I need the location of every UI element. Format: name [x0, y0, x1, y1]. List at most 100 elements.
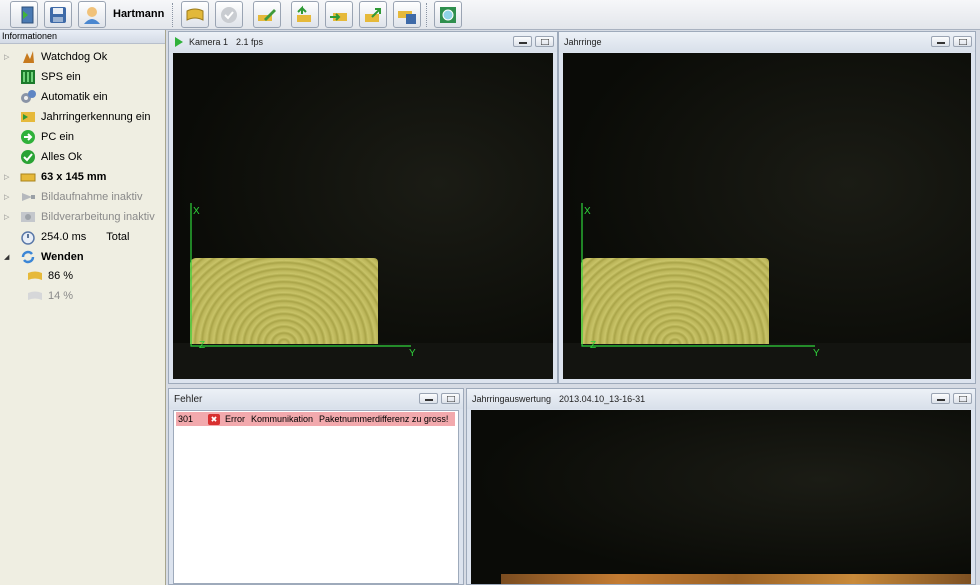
error-list[interactable]: 301 ✖ Error Kommunikation Paketnummerdif…	[173, 410, 459, 584]
refresh-icon	[18, 248, 38, 266]
toolbar: Hartmann	[0, 0, 980, 30]
checkmark-icon	[18, 148, 38, 166]
fps-readout: 2.1 fps	[236, 37, 264, 47]
plc-icon	[18, 68, 38, 86]
arrow-right-icon	[18, 128, 38, 146]
info-item-label: 254.0 ms	[41, 231, 87, 243]
rings-window: Jahrringe X Y Z	[558, 31, 976, 384]
info-item-bildverarbeitung[interactable]: ▷ Bildverarbeitung inaktiv	[0, 207, 166, 227]
analysis-window-title: Jahrringauswertung 2013.04.10_13-16-31	[467, 389, 975, 409]
axis-overlay: X Y Z	[581, 203, 820, 359]
rings-icon	[18, 108, 38, 126]
info-item-sublabel: Total	[106, 231, 130, 243]
info-item-label: Watchdog Ok	[41, 51, 108, 63]
wood-board-icon[interactable]	[181, 1, 209, 28]
error-window-title: Fehler	[169, 389, 463, 409]
wood-edge	[501, 574, 971, 584]
axis-label-z: Z	[199, 340, 205, 351]
error-level: Error	[225, 414, 245, 424]
analysis-window: Jahrringauswertung 2013.04.10_13-16-31	[466, 388, 976, 585]
info-item-timing[interactable]: 254.0 ms Total	[0, 227, 166, 247]
axis-label-z: Z	[590, 340, 596, 351]
current-user: Hartmann	[113, 8, 165, 20]
error-window: Fehler 301 ✖ Error Kommunikation Paketnu…	[168, 388, 464, 585]
axis-label-y: Y	[409, 348, 416, 359]
gears-icon	[18, 88, 38, 106]
camera-window-title: Kamera 1 2.1 fps	[169, 32, 557, 52]
info-item-percent-grey[interactable]: 14 %	[0, 286, 166, 306]
minimize-button[interactable]	[513, 36, 532, 47]
board-save-icon[interactable]	[393, 1, 421, 28]
info-item-bildaufnahme[interactable]: ▷ Bildaufnahme inaktiv	[0, 187, 166, 207]
error-code: 301	[178, 414, 194, 424]
toolbar-separator	[172, 3, 173, 27]
error-row[interactable]: 301 ✖ Error Kommunikation Paketnummerdif…	[176, 412, 455, 426]
info-item-alles-ok[interactable]: Alles Ok	[0, 147, 166, 167]
error-message: Paketnummerdifferenz zu gross!	[319, 414, 449, 424]
info-item-automatik[interactable]: Automatik ein	[0, 87, 166, 107]
info-item-label: Bildverarbeitung inaktiv	[41, 211, 155, 223]
watchdog-icon	[18, 48, 38, 66]
window-title: Jahrringauswertung	[472, 394, 552, 404]
window-title: Jahrringe	[564, 37, 602, 47]
error-category: Kommunikation	[251, 414, 314, 424]
info-item-label: PC ein	[41, 131, 75, 143]
info-item-watchdog[interactable]: ▷ Watchdog Ok	[0, 47, 166, 67]
user-icon[interactable]	[78, 1, 106, 28]
info-item-label: Jahrringerkennung ein	[41, 111, 151, 123]
board-icon	[18, 168, 38, 186]
info-item-label: Alles Ok	[41, 151, 82, 163]
info-item-sps[interactable]: SPS ein	[0, 67, 166, 87]
axis-label-y: Y	[813, 348, 820, 359]
axis-label-x: X	[193, 206, 200, 217]
info-item-label: Automatik ein	[41, 91, 108, 103]
window-title: Kamera 1	[189, 37, 229, 47]
info-item-pc[interactable]: PC ein	[0, 127, 166, 147]
info-item-label: 86 %	[48, 270, 74, 282]
minimize-button[interactable]	[419, 393, 438, 404]
stopwatch-icon	[18, 228, 38, 246]
info-panel: Informationen ▷ Watchdog Ok SPS ein Auto…	[0, 30, 166, 585]
board-yellow-icon	[25, 267, 45, 285]
info-item-label: 63 x 145 mm	[41, 171, 107, 183]
info-item-label: Bildaufnahme inaktiv	[41, 191, 143, 203]
check-icon[interactable]	[215, 1, 243, 28]
camera-settings-icon[interactable]	[434, 1, 462, 28]
minimize-button[interactable]	[931, 393, 950, 404]
error-icon: ✖	[208, 413, 220, 425]
board-export-icon[interactable]	[359, 1, 387, 28]
camera-image[interactable]: X Y Z	[173, 53, 553, 379]
expander-icon[interactable]: ▷	[4, 193, 13, 201]
toolbar-separator	[426, 3, 427, 27]
analysis-timestamp: 2013.04.10_13-16-31	[559, 394, 646, 404]
info-item-jahrringerkennung[interactable]: Jahrringerkennung ein	[0, 107, 166, 127]
camera-icon	[18, 188, 38, 206]
info-item-label: SPS ein	[41, 71, 81, 83]
info-item-percent-yellow[interactable]: 86 %	[0, 266, 166, 286]
rings-image[interactable]: X Y Z	[563, 53, 971, 379]
processing-icon	[18, 208, 38, 226]
board-up-icon[interactable]	[291, 1, 319, 28]
save-icon[interactable]	[44, 1, 72, 28]
expander-icon[interactable]: ▷	[4, 173, 13, 181]
maximize-button[interactable]	[953, 393, 972, 404]
info-item-wenden[interactable]: ◢ Wenden	[0, 247, 166, 267]
info-item-label: 14 %	[48, 290, 74, 302]
info-panel-header: Informationen	[0, 30, 165, 44]
play-icon[interactable]	[174, 36, 184, 48]
login-icon[interactable]	[10, 1, 38, 28]
maximize-button[interactable]	[441, 393, 460, 404]
axis-overlay: X Y Z	[190, 203, 416, 359]
expander-icon[interactable]: ◢	[4, 253, 13, 261]
minimize-button[interactable]	[931, 36, 950, 47]
analysis-image[interactable]	[471, 410, 971, 584]
board-import-icon[interactable]	[325, 1, 353, 28]
pencil-icon[interactable]	[253, 1, 281, 28]
expander-icon[interactable]: ▷	[4, 213, 13, 221]
board-grey-icon	[25, 287, 45, 305]
expander-icon[interactable]: ▷	[4, 53, 13, 61]
maximize-button[interactable]	[953, 36, 972, 47]
info-item-dimension[interactable]: ▷ 63 x 145 mm	[0, 167, 166, 187]
maximize-button[interactable]	[535, 36, 554, 47]
axis-label-x: X	[584, 206, 591, 217]
